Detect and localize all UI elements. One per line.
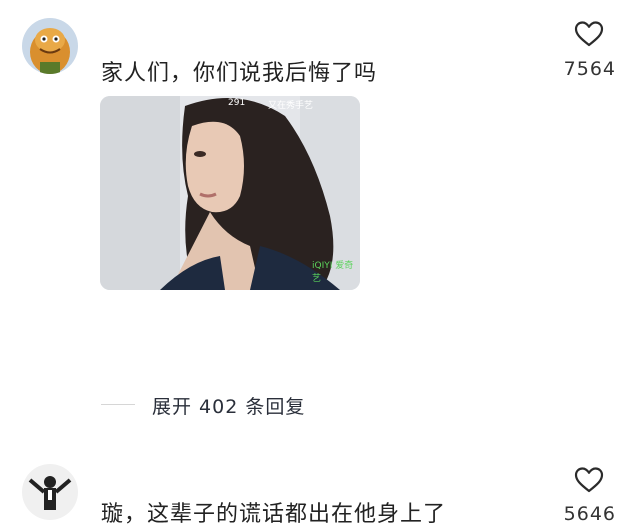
divider <box>101 404 135 405</box>
avatar[interactable] <box>22 18 78 74</box>
comment-text: 家人们，你们说我后悔了吗 <box>101 61 378 86</box>
expand-replies-button[interactable]: 展开 402 条回复 <box>152 392 305 419</box>
heart-outline-icon[interactable] <box>574 466 604 494</box>
media-caption: 又在秀手艺 <box>268 101 314 111</box>
comment-image[interactable]: 291 又在秀手艺 iQIYI 爱奇艺 <box>100 96 360 290</box>
watermark-logo: iQIYI 爱奇艺 <box>312 261 354 284</box>
like-count: 7564 <box>563 58 616 80</box>
media-badge: 291 <box>228 98 246 108</box>
avatar[interactable] <box>22 464 78 520</box>
comment-text: 璇，这辈子的谎话都出在他身上了 <box>101 502 447 527</box>
heart-outline-icon[interactable] <box>574 20 604 48</box>
like-count: 5646 <box>563 503 616 525</box>
